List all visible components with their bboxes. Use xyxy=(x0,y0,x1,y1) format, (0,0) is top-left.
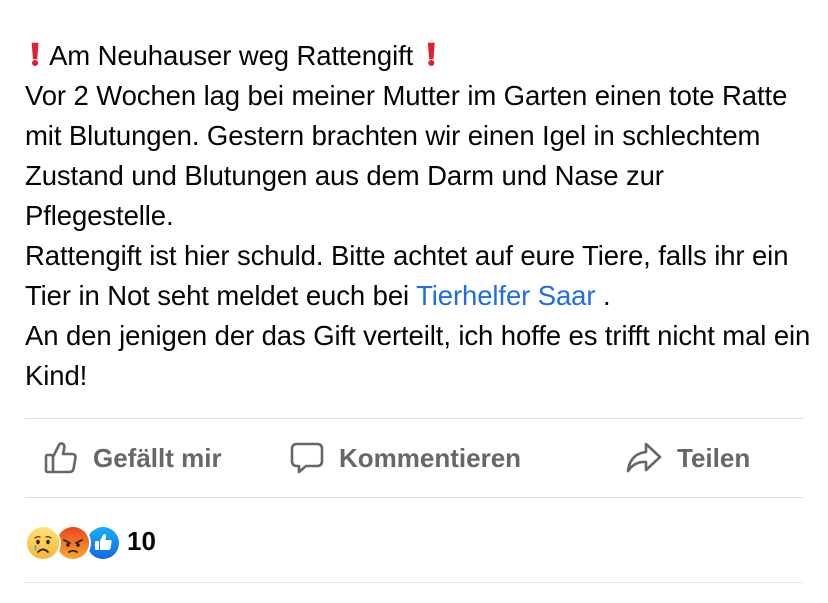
facebook-post: ❗︎ Am Neuhauser weg Rattengift ❗︎ Vor 2 Wo… xyxy=(0,0,828,603)
red-exclamation-icon: ❗︎ xyxy=(427,39,436,72)
tierhelfer-saar-link[interactable]: Tierhelfer Saar xyxy=(416,280,595,311)
comment-label: Kommentieren xyxy=(339,442,522,473)
post-title-line: ❗︎ Am Neuhauser weg Rattengift ❗︎ xyxy=(25,36,815,76)
divider xyxy=(25,582,803,583)
thumbs-up-icon xyxy=(43,440,79,476)
post-paragraph-1: Vor 2 Wochen lag bei meiner Mutter im Ga… xyxy=(25,80,788,231)
like-button[interactable]: Gefällt mir xyxy=(43,419,222,497)
reaction-icons xyxy=(25,523,121,561)
share-label: Teilen xyxy=(677,442,751,473)
speech-bubble-icon xyxy=(289,440,325,476)
reactions-summary[interactable]: 10 xyxy=(25,521,156,561)
post-body: ❗︎ Am Neuhauser weg Rattengift ❗︎ Vor 2 Wo… xyxy=(25,36,815,396)
comment-button[interactable]: Kommentieren xyxy=(289,419,521,497)
post-paragraph-2: Rattengift ist hier schuld. Bitte achtet… xyxy=(25,236,815,316)
paragraph-2-text: Rattengift ist hier schuld. Bitte achtet… xyxy=(25,240,789,311)
share-arrow-icon xyxy=(625,440,663,476)
reaction-count: 10 xyxy=(127,525,156,556)
like-label: Gefällt mir xyxy=(93,442,222,473)
red-exclamation-icon: ❗︎ xyxy=(31,39,40,72)
sad-reaction-icon xyxy=(25,525,61,561)
share-button[interactable]: Teilen xyxy=(625,419,750,497)
post-paragraph-3: An den jenigen der das Gift verteilt, ic… xyxy=(25,320,811,391)
divider xyxy=(25,497,803,498)
post-action-bar: Gefällt mir Kommentieren Teilen xyxy=(25,419,803,497)
post-title: Am Neuhauser weg Rattengift xyxy=(49,40,414,71)
paragraph-2-end: . xyxy=(595,280,611,311)
